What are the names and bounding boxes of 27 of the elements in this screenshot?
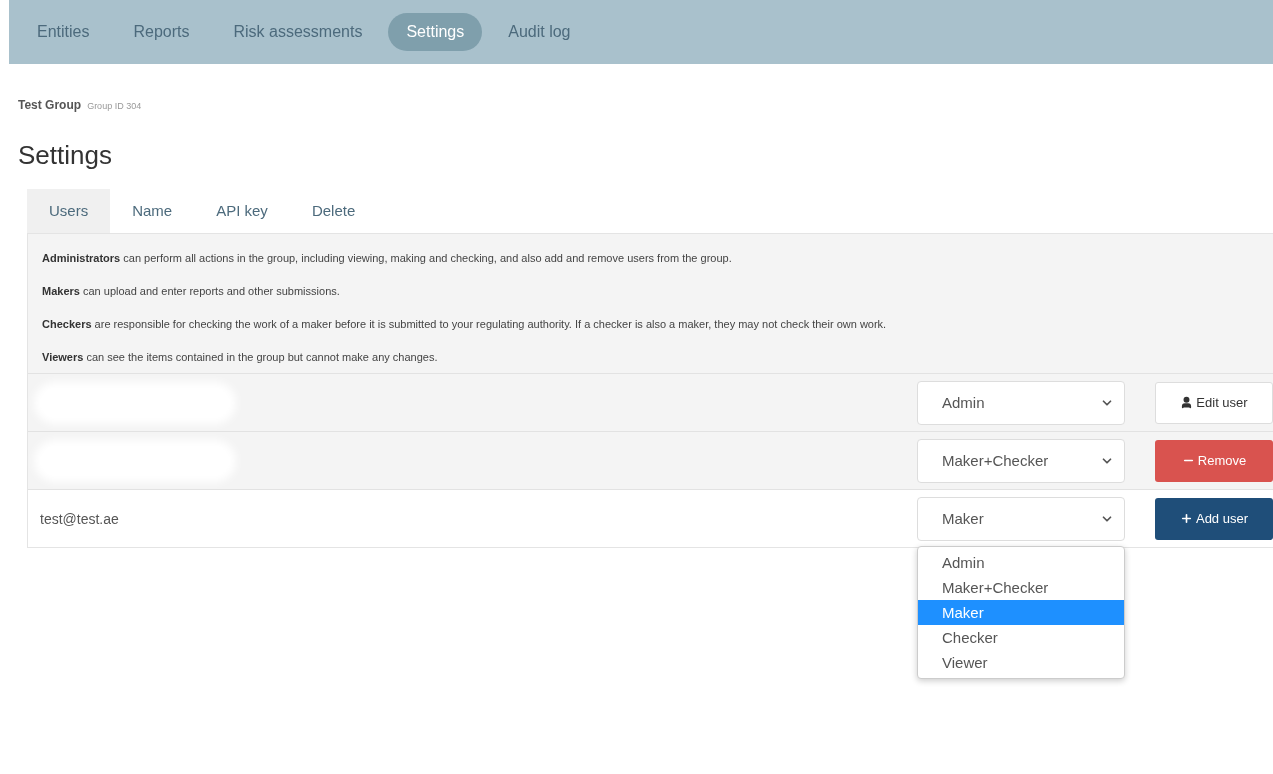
dropdown-option[interactable]: Checker [918, 625, 1124, 650]
add-user-button[interactable]: Add user [1155, 497, 1273, 540]
role-description: Administrators can perform all actions in the group, including viewing, making and checking, and also add and remove users from the group. [42, 251, 733, 266]
role-select[interactable]: Admin [917, 380, 1125, 425]
dropdown-option[interactable]: Viewer [918, 650, 1124, 675]
page-title: Settings [18, 140, 113, 171]
dropdown-option[interactable]: Maker [918, 600, 1124, 625]
role-description: Makers can upload and enter reports and other submissions. [42, 284, 341, 299]
role-description: Checkers are responsible for checking the work of a maker before it is submitted to your regulating authority. If a checker is also a maker, they may not check their own work. [42, 317, 888, 332]
group-name: Test Group [18, 98, 82, 112]
user-icon [1180, 396, 1194, 409]
group-id: Group ID 304 [87, 101, 142, 111]
nav-tab[interactable]: Audit log [490, 13, 589, 51]
email-text: test@test.ae [40, 510, 119, 527]
nav-tab[interactable]: Risk assessments [215, 13, 381, 51]
section-tab[interactable]: Users [27, 189, 111, 233]
remove-user-button[interactable]: Remove [1155, 439, 1273, 482]
role-select[interactable]: Maker [917, 496, 1125, 541]
edit-user-button[interactable]: Edit user [1155, 381, 1273, 424]
add-icon [1179, 512, 1193, 525]
section-tab[interactable]: Name [110, 189, 195, 233]
dropdown-option[interactable]: Admin [918, 550, 1124, 575]
role-description: Viewers can see the items contained in the group but cannot make any changes. [42, 350, 439, 365]
section-tab[interactable]: API key [194, 189, 290, 233]
dropdown-option[interactable]: Maker+Checker [918, 575, 1124, 600]
section-tab[interactable]: Delete [289, 189, 378, 233]
role-select[interactable]: Maker+Checker [917, 438, 1125, 483]
